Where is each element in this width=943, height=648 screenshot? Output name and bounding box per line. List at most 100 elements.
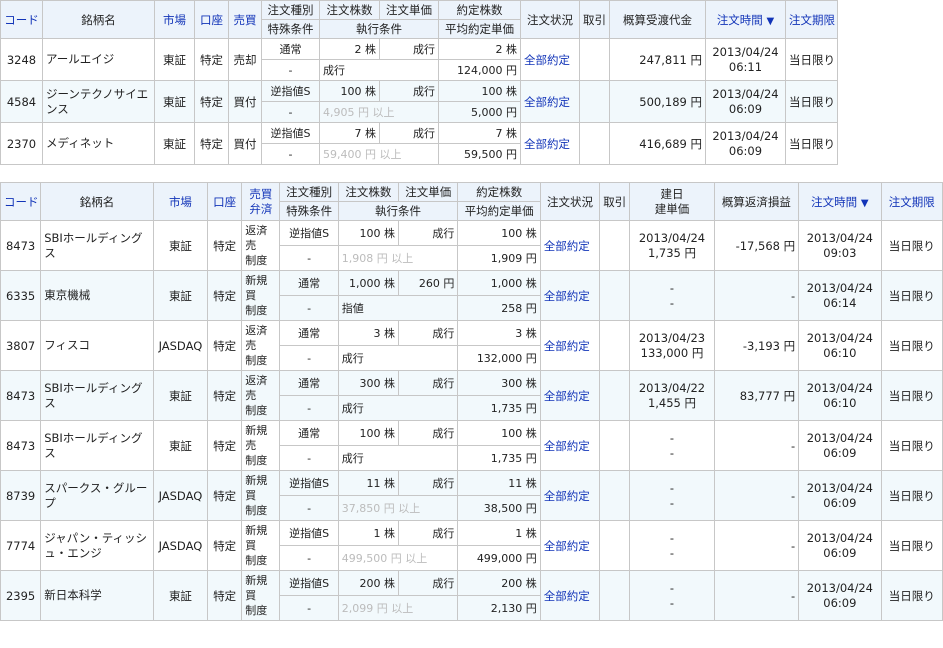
col-price: 注文単価 xyxy=(379,0,439,20)
col-trade[interactable]: 売買 xyxy=(228,0,262,39)
col-account[interactable]: 口座 xyxy=(207,182,243,221)
col-special: 特殊条件 xyxy=(279,201,339,221)
cell-status-link[interactable]: 全部約定 xyxy=(539,570,601,621)
cell-market: 東証 xyxy=(152,570,209,621)
cell-exec-cond: 1,908 円 以上 xyxy=(337,245,459,271)
cell-avg-price: 1,735 円 xyxy=(457,395,541,421)
cell-expiry: 当日限り xyxy=(785,38,838,81)
cell-order-time: 2013/04/24 06:09 xyxy=(705,80,786,123)
order-time: 06:09 xyxy=(823,545,857,560)
cell-status-link[interactable]: 全部約定 xyxy=(520,38,580,81)
cell-price: 成行 xyxy=(398,220,459,246)
trade-part: 制度 xyxy=(245,604,268,617)
cell-trade: 新規買制度 xyxy=(241,570,281,621)
cell-trade: 売却 xyxy=(228,38,262,81)
cell-amount: 247,811 円 xyxy=(609,38,706,81)
table-row: 8473 SBIホールディングス 東証 特定 返済売制度 逆指値S 100 株成行 100 株… xyxy=(0,220,943,271)
col-expiry[interactable]: 注文期限 xyxy=(880,182,943,221)
cell-exec-cond: 成行 xyxy=(337,395,459,421)
cell-status-link[interactable]: 全部約定 xyxy=(520,80,580,123)
col-order-time[interactable]: 注文時間 ▼ xyxy=(705,0,786,39)
col-market[interactable]: 市場 xyxy=(154,0,195,39)
cell-order-time: 2013/04/24 09:03 xyxy=(798,220,882,271)
cell-status-link[interactable]: 全部約定 xyxy=(539,420,601,471)
trade-part: 売 xyxy=(245,439,257,452)
col-amount: 概算受渡代金 xyxy=(609,0,706,39)
build-price: 133,000 円 xyxy=(640,345,704,360)
cell-code: 2395 xyxy=(0,570,42,621)
col-market[interactable]: 市場 xyxy=(152,182,209,221)
cell-status-link[interactable]: 全部約定 xyxy=(539,520,601,571)
cell-avg-price: 59,500 円 xyxy=(438,143,521,165)
cell-code: 8473 xyxy=(0,220,42,271)
order-time: 06:11 xyxy=(728,59,763,74)
cell-special: - xyxy=(279,295,339,321)
cell-trade: 新規買制度 xyxy=(241,470,281,521)
cell-build: -- xyxy=(629,470,715,521)
cell-order-time: 2013/04/24 06:10 xyxy=(798,370,882,421)
table-row: 8739 スパークス・グループ JASDAQ 特定 新規買制度 逆指値S 11 株成行 11 … xyxy=(0,470,943,521)
order-date: 2013/04/24 xyxy=(806,530,873,545)
cell-expiry: 当日限り xyxy=(880,520,943,571)
cell-market: 東証 xyxy=(152,220,209,271)
cell-pnl: - xyxy=(713,470,800,521)
cell-status-link[interactable]: 全部約定 xyxy=(520,122,580,165)
col-qty: 注文株数 xyxy=(337,182,400,202)
order-date: 2013/04/24 xyxy=(806,430,873,445)
cell-status-link[interactable]: 全部約定 xyxy=(539,220,601,271)
cell-name: スパークス・グループ xyxy=(40,470,154,521)
col-code[interactable]: コード xyxy=(0,0,43,39)
trade-part: 売 xyxy=(245,239,257,252)
cell-filled-qty: 300 株 xyxy=(457,370,541,396)
col-special: 特殊条件 xyxy=(261,19,320,39)
col-account[interactable]: 口座 xyxy=(194,0,229,39)
cell-price: 260 円 xyxy=(398,270,459,296)
cell-order-type: 通常 xyxy=(279,270,339,296)
cell-exec-cond: 指値 xyxy=(337,295,459,321)
cell-status-link[interactable]: 全部約定 xyxy=(539,370,601,421)
cell-order-type: 逆指値S xyxy=(261,80,320,102)
col-expiry[interactable]: 注文期限 xyxy=(785,0,838,39)
build-price: - xyxy=(669,545,675,560)
cell-qty: 300 株 xyxy=(337,370,400,396)
cell-special: - xyxy=(279,545,339,571)
cell-status-link[interactable]: 全部約定 xyxy=(539,270,601,321)
cell-filled-qty: 1,000 株 xyxy=(457,270,541,296)
cell-pnl: -17,568 円 xyxy=(713,220,800,271)
cell-account: 特定 xyxy=(207,270,243,321)
cell-market: 東証 xyxy=(152,420,209,471)
cell-torihiki xyxy=(599,270,631,321)
cell-status-link[interactable]: 全部約定 xyxy=(539,320,601,371)
cell-order-type: 通常 xyxy=(279,370,339,396)
cell-code: 7774 xyxy=(0,520,42,571)
col-price: 注文単価 xyxy=(398,182,459,202)
trade-part: 新規 xyxy=(245,524,268,537)
order-date: 2013/04/24 xyxy=(806,230,873,245)
cell-price: 成行 xyxy=(379,80,439,102)
build-price: - xyxy=(669,445,675,460)
trade-part: 買 xyxy=(245,539,257,552)
cell-order-time: 2013/04/24 06:09 xyxy=(705,122,786,165)
cell-filled-qty: 100 株 xyxy=(457,420,541,446)
sort-desc-icon: ▼ xyxy=(860,197,869,209)
col-exec-cond: 執行条件 xyxy=(319,19,439,39)
cell-avg-price: 5,000 円 xyxy=(438,101,521,123)
table-row: 6335 東京機械 東証 特定 新規買制度 通常 1,000 株 260 円 1,000 株全部… xyxy=(0,270,943,321)
cell-trade: 買付 xyxy=(228,80,262,123)
cell-filled-qty: 3 株 xyxy=(457,320,541,346)
cell-exec-cond: 成行 xyxy=(319,59,439,81)
cell-qty: 7 株 xyxy=(319,122,380,144)
trade-part: 返済 xyxy=(245,224,268,237)
col-code[interactable]: コード xyxy=(0,182,42,221)
cell-trade: 新規買制度 xyxy=(241,270,281,321)
cell-status-link[interactable]: 全部約定 xyxy=(539,470,601,521)
cell-name: ジーンテクノサイエンス xyxy=(42,80,155,123)
trade-part: 返済 xyxy=(245,324,268,337)
cell-price: 成行 xyxy=(398,370,459,396)
col-order-time[interactable]: 注文時間 ▼ xyxy=(798,182,882,221)
cell-torihiki xyxy=(599,570,631,621)
cell-filled-qty: 11 株 xyxy=(457,470,541,496)
col-trade[interactable]: 売買 弁済 xyxy=(241,182,281,221)
cell-price: 成行 xyxy=(379,38,439,60)
cell-expiry: 当日限り xyxy=(880,320,943,371)
